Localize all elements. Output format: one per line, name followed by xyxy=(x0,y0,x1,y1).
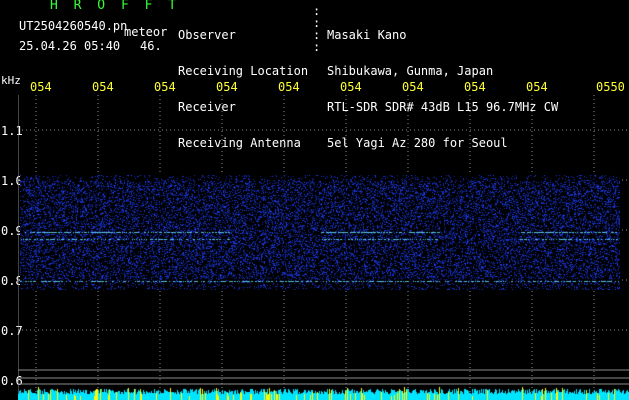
frequency-unit-label: kHz xyxy=(1,74,21,87)
app-title: H R O F F T xyxy=(50,0,181,13)
time-tick-label: 054 xyxy=(340,80,362,94)
info-label-location: Receiving Location xyxy=(178,64,309,78)
info-label-observer: Observer xyxy=(178,28,236,42)
time-tick-label: 054 xyxy=(154,80,176,94)
time-tick-label: 054 xyxy=(402,80,424,94)
info-colons: : : : : xyxy=(313,4,321,54)
spectrogram-image xyxy=(20,175,620,290)
info-value-observer: Masaki Kano xyxy=(327,28,407,42)
date-time: 25.04.26 05:40 xyxy=(19,39,121,53)
meteor-label: meteor xyxy=(124,25,168,39)
time-tick-label: 054 xyxy=(216,80,238,94)
detection-strip xyxy=(18,384,629,400)
time-tick-label: 054 xyxy=(278,80,300,94)
time-tick-label: 054 xyxy=(30,80,52,94)
time-tick-label: 054 xyxy=(92,80,114,94)
meteor-count: 46. xyxy=(140,39,162,53)
time-tick-label: 054 xyxy=(464,80,486,94)
info-value-location: Shibukawa, Gunma, Japan xyxy=(327,64,494,78)
file-name: UT2504260540.pn xyxy=(19,19,128,33)
time-tick-label: 0550 xyxy=(596,80,625,94)
time-tick-label: 054 xyxy=(526,80,548,94)
